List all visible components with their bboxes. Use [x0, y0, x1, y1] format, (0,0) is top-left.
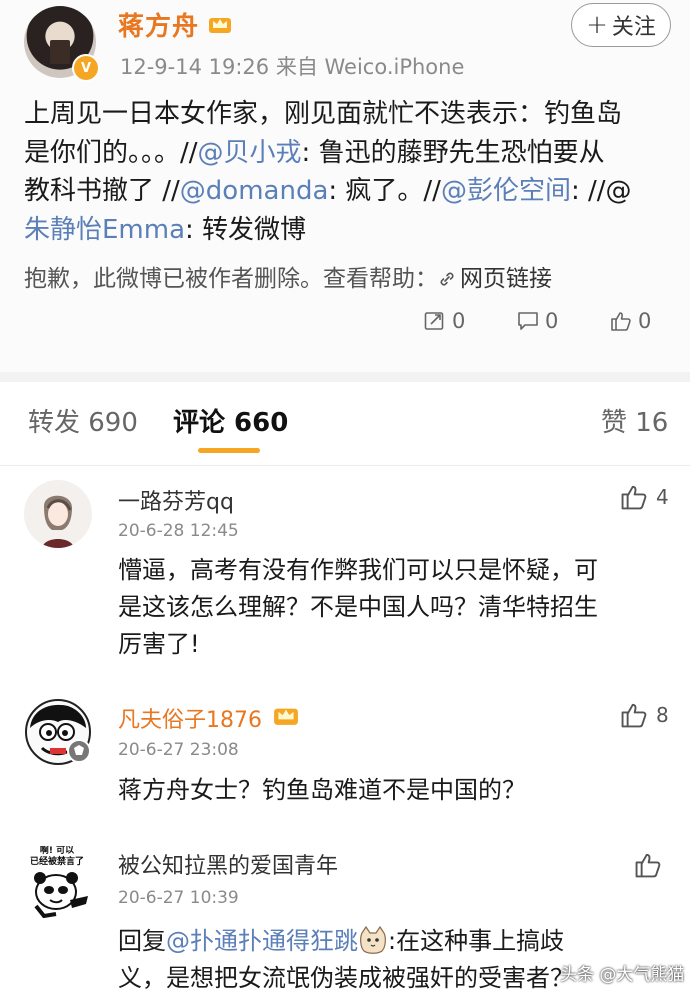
tab-repost[interactable]: 转发 690 — [28, 402, 138, 439]
mention-link[interactable]: 朱静怡Emma — [24, 215, 185, 245]
comment-icon — [518, 312, 538, 330]
mention-link[interactable]: @扑通扑通得狂跳 — [166, 927, 358, 955]
post-line-1: 上周见一日本女作家，刚见面就忙不迭表示：钓鱼岛 — [24, 99, 623, 129]
vip-crown-icon — [274, 708, 298, 725]
avatar-caption-1: 啊! 可以 — [39, 846, 75, 856]
badge-icon — [67, 739, 91, 763]
commenter-name[interactable]: 被公知拉黑的爱国青年 — [118, 848, 338, 880]
comment-avatar[interactable] — [24, 480, 92, 548]
deleted-notice: 抱歉，此微博已被作者删除。查看帮助： 网页链接 — [24, 266, 552, 292]
commenter-name[interactable]: 凡夫俗子1876 — [118, 702, 262, 734]
post-line-3: 教科书撤了 //@domanda: 疯了。//@彭伦空间: //@ — [24, 176, 632, 206]
post-meta: 12-9-14 19:26 来自 Weico.iPhone — [120, 55, 465, 79]
tab-likes[interactable]: 赞 16 — [601, 402, 668, 439]
like-action[interactable]: 0 — [610, 309, 651, 333]
mention-link[interactable]: @domanda — [180, 176, 329, 206]
follow-button[interactable]: + 关注 — [571, 3, 671, 47]
follow-label: 关注 — [611, 15, 656, 40]
cat-emoji-icon — [360, 925, 386, 954]
plus-icon: + — [586, 10, 608, 40]
repost-action[interactable]: 0 — [424, 309, 465, 333]
thumbs-up-icon — [611, 312, 631, 331]
mention-link[interactable]: @贝小戎 — [198, 138, 302, 168]
comment-avatar[interactable]: 啊! 可以 已经被禁言了 — [20, 846, 94, 920]
thumbs-up-icon — [621, 485, 647, 510]
post-line-2: 是你们的。。。//@贝小戎: 鲁迅的藤野先生恐怕要从 — [24, 137, 605, 168]
author-name[interactable]: 蒋方舟 — [118, 6, 199, 43]
watermark: 头条 @大气熊猫 — [560, 965, 685, 985]
section-divider — [0, 372, 690, 382]
tab-comments[interactable]: 评论 660 — [173, 402, 288, 439]
avatar-caption-2: 已经被禁言了 — [29, 857, 84, 867]
comment-action[interactable]: 0 — [517, 309, 558, 333]
link-icon — [440, 272, 454, 286]
weibo-post: V 蒋方舟 12-9-14 19:26 来自 Weico.iPhone + 关注… — [0, 0, 690, 372]
comment-time: 20-6-28 12:45 — [118, 521, 239, 541]
comment-time: 20-6-27 10:39 — [118, 888, 239, 908]
web-link[interactable]: 网页链接 — [438, 266, 552, 292]
panda-meme-icon — [34, 872, 88, 918]
comment-text: 懵逼，高考有没有作弊我们可以只是怀疑，可 是这该怎么理解？不是中国人吗？清华特招… — [118, 556, 598, 658]
avatar-illustration — [42, 495, 74, 548]
comment-time: 20-6-27 23:08 — [118, 740, 239, 760]
thumbs-up-icon — [621, 703, 647, 728]
vip-crown-icon — [209, 18, 231, 33]
comment-like-button[interactable]: 8 — [620, 702, 669, 728]
tab-divider — [0, 465, 690, 466]
comment-like-button[interactable]: 4 — [620, 484, 669, 510]
post-line-4: 朱静怡Emma: 转发微博 — [24, 214, 307, 245]
active-tab-indicator — [198, 448, 260, 453]
comment-like-button[interactable] — [634, 852, 670, 878]
comment-text: 蒋方舟女士？钓鱼岛难道不是中国的？ — [118, 776, 526, 804]
post-body: 上周见一日本女作家，刚见面就忙不迭表示：钓鱼岛 是你们的。。。//@贝小戎: 鲁… — [24, 95, 674, 249]
mention-link[interactable]: @彭伦空间 — [441, 176, 571, 206]
commenter-name[interactable]: 一路芬芳qq — [118, 484, 234, 516]
thumbs-up-icon — [635, 853, 661, 878]
repost-icon — [424, 312, 444, 330]
verified-badge-icon: V — [72, 54, 100, 82]
